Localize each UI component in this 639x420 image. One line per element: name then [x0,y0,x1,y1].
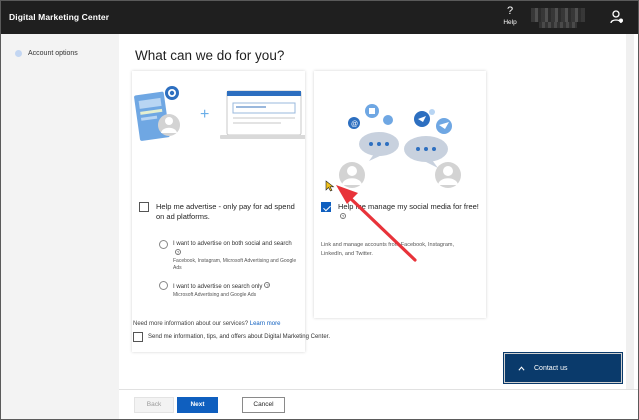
social-illustration-icon: @ [339,104,461,188]
social-option-title: Help me manage my social media for free!… [338,202,479,219]
next-button[interactable]: Next [177,397,218,413]
footer-bar: Back Next Cancel [119,389,638,419]
advertise-option-title: Help me advertise - only pay for ad spen… [156,202,295,221]
contact-us-button[interactable]: Contact us [503,352,623,384]
radio-search-only-label: I want to advertise on search only? [173,282,271,290]
help-button[interactable]: ? Help [501,5,519,26]
advertise-checkbox[interactable] [139,202,149,212]
app-title: Digital Marketing Center [9,12,110,22]
info-icon[interactable]: ? [340,213,346,219]
radio-social-and-search-sub: Facebook, Instagram, Microsoft Advertisi… [173,258,297,271]
consent-checkbox[interactable] [133,332,143,342]
radio-search-only-sub: Microsoft Advertising and Google Ads [173,292,257,298]
info-icon[interactable]: ? [264,282,271,288]
back-button[interactable]: Back [134,397,174,413]
redacted-account-name [531,8,585,22]
social-option-card[interactable]: @ Help me manage my social media for fre… [314,71,486,318]
contact-us-label: Contact us [534,365,568,372]
top-bar: Digital Marketing Center ? Help [1,1,638,34]
mouse-cursor-icon [325,180,335,192]
app-window: Digital Marketing Center ? Help Account … [0,0,639,420]
sidebar-item-account-options[interactable]: Account options [15,50,78,57]
step-dot-icon [15,50,22,57]
help-icon: ? [506,5,514,17]
svg-text:+: + [200,106,209,123]
more-info-text: Need more information about our services… [133,321,281,327]
redacted-account-detail [539,22,577,28]
radio-social-and-search-label: I want to advertise on both social and s… [173,241,292,255]
consent-label: Send me information, tips, and offers ab… [148,334,330,340]
social-option-description: Link and manage accounts from Facebook, … [321,242,454,257]
svg-text:@: @ [351,121,358,128]
social-media-checkbox[interactable] [321,202,331,212]
radio-social-and-search[interactable] [159,240,168,249]
radio-search-only[interactable] [159,281,168,290]
learn-more-link[interactable]: Learn more [250,321,281,327]
chevron-up-icon [518,366,525,371]
scrollbar[interactable] [626,34,634,389]
sidebar: Account options [1,34,119,419]
help-label: Help [503,19,517,26]
user-icon[interactable] [610,10,624,24]
main-content: What can we do for you? + Help me advert… [119,34,638,389]
advertise-option-card[interactable]: + Help me advertise - only pay for ad sp… [132,71,305,352]
page-title: What can we do for you? [135,48,285,63]
advertise-illustration-icon: + [134,86,305,141]
sidebar-item-label: Account options [28,50,78,57]
cancel-button[interactable]: Cancel [242,397,285,413]
info-icon[interactable]: ? [175,248,181,255]
